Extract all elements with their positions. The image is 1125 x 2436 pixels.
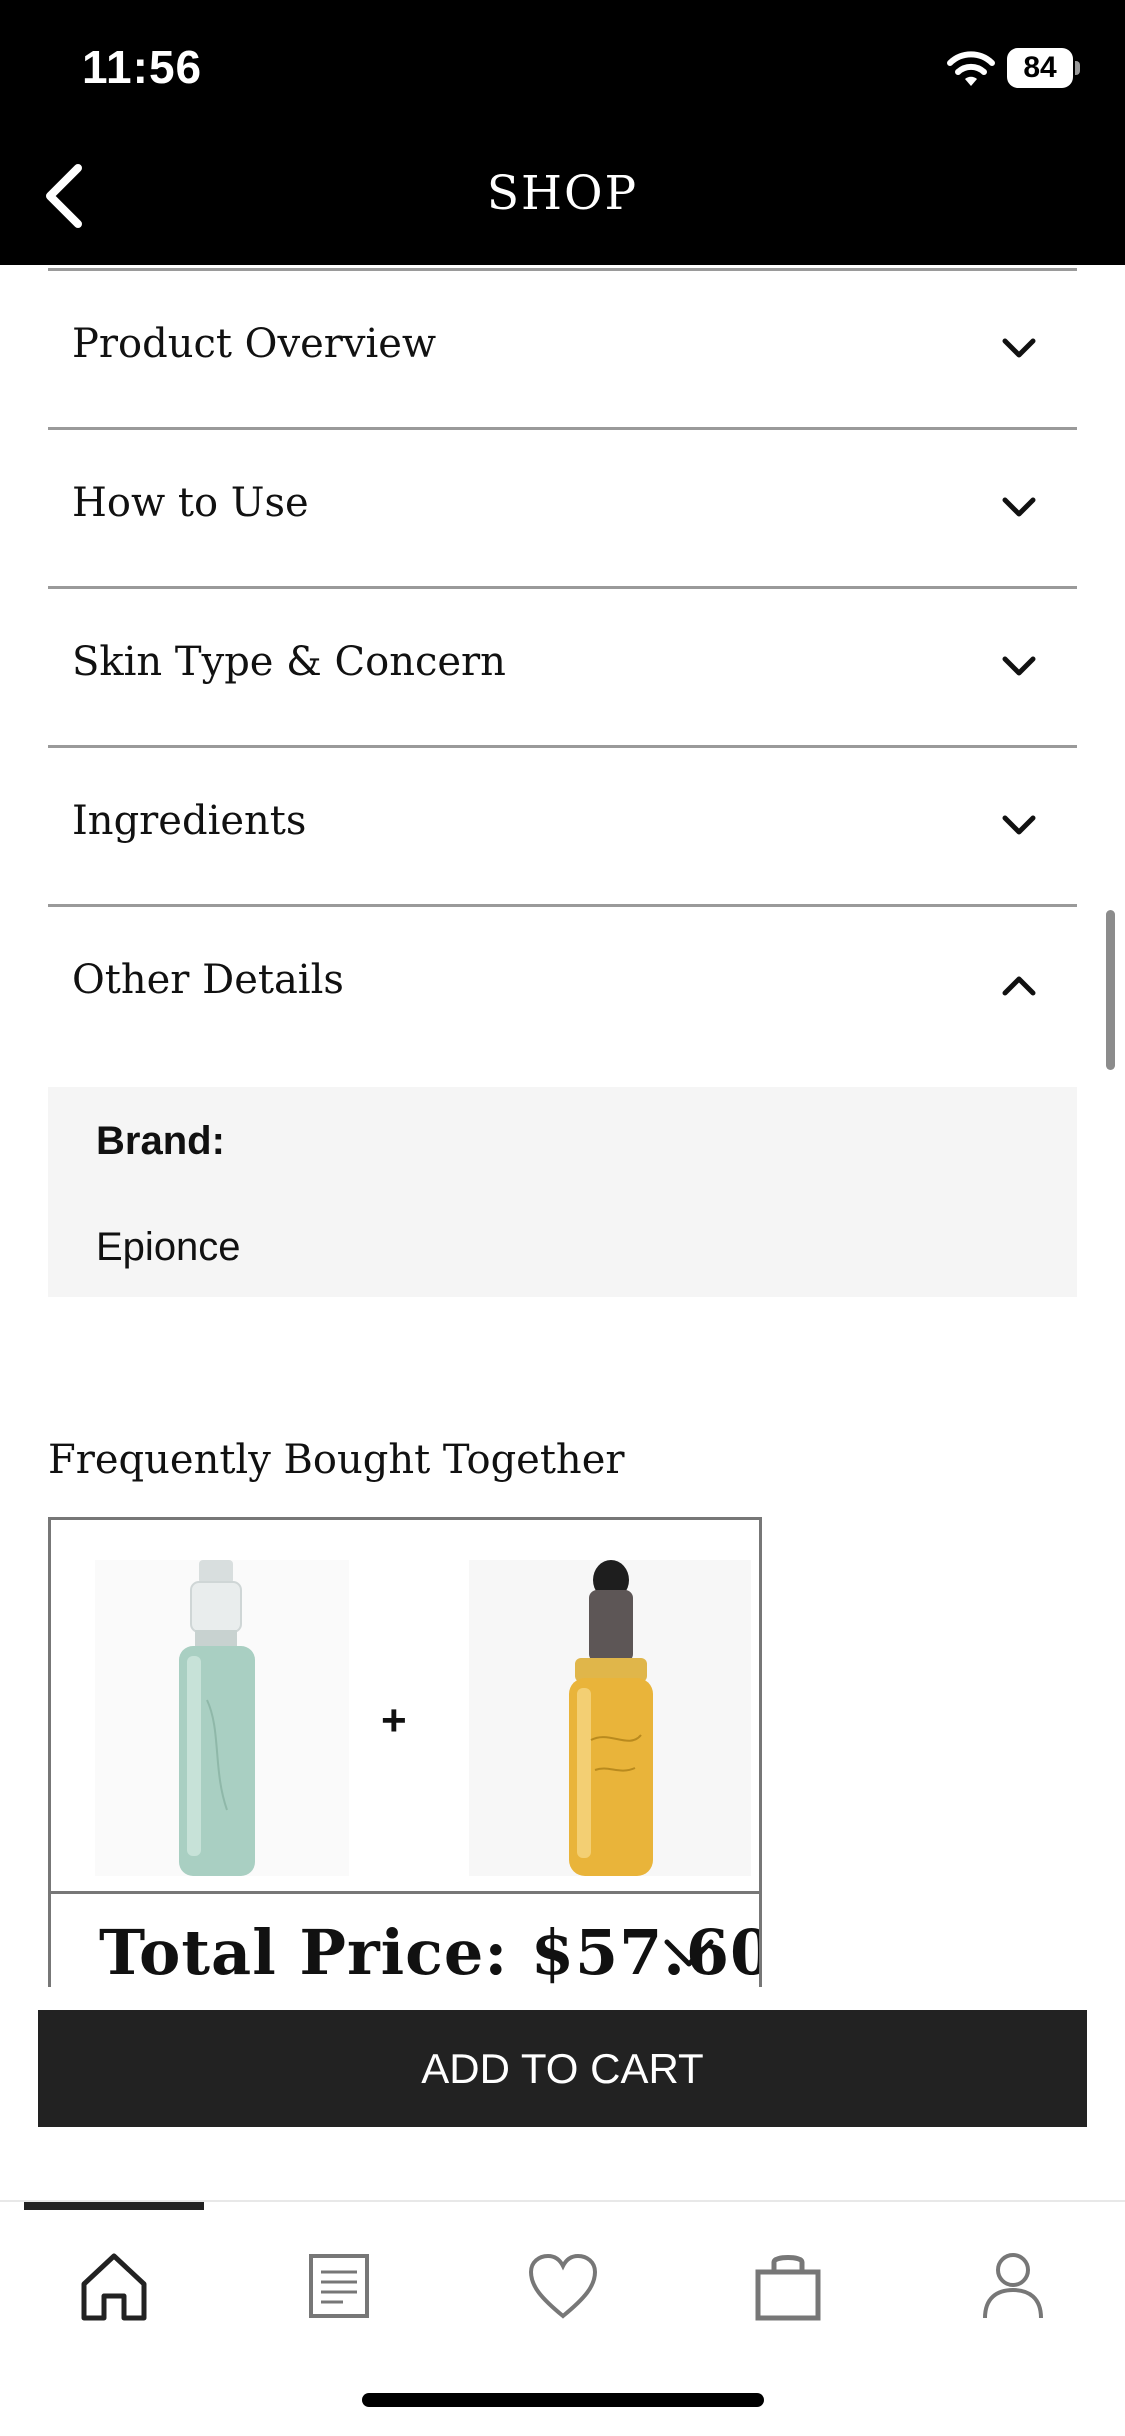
profile-icon[interactable] (973, 2246, 1053, 2326)
page-title: SHOP (486, 166, 639, 221)
chevron-down-icon (1002, 815, 1036, 835)
accordion-ingredients[interactable]: Ingredients (48, 745, 1077, 904)
home-indicator (362, 2393, 764, 2407)
fbt-card[interactable]: + Total Price: $57.60 (48, 1517, 762, 1987)
chevron-down-icon (1002, 656, 1036, 676)
bag-icon[interactable] (748, 2246, 828, 2326)
chevron-down-icon[interactable] (661, 1932, 717, 1972)
accordion-other-details[interactable]: Other Details (48, 904, 1077, 1074)
accordion-product-overview[interactable]: Product Overview (48, 268, 1077, 427)
home-icon[interactable] (74, 2246, 154, 2326)
product-image-toner-bottle[interactable] (95, 1560, 349, 1876)
scrollbar[interactable] (1106, 910, 1115, 1070)
battery-icon: 84 (1007, 48, 1081, 88)
header: 11:56 84 SHOP (0, 0, 1125, 265)
other-details-panel: Brand: Epionce (48, 1087, 1077, 1297)
chevron-down-icon (1002, 338, 1036, 358)
heart-icon[interactable] (523, 2246, 603, 2326)
document-icon[interactable] (299, 2246, 379, 2326)
accordion-label: Skin Type & Concern (72, 639, 506, 685)
fbt-title: Frequently Bought Together (48, 1437, 625, 1483)
accordion-label: How to Use (72, 480, 309, 526)
brand-label: Brand: (96, 1119, 225, 1163)
status-time: 11:56 (82, 41, 203, 93)
accordion-label: Ingredients (72, 798, 307, 844)
accordion-how-to-use[interactable]: How to Use (48, 427, 1077, 586)
accordion-label: Other Details (72, 957, 344, 1003)
product-accordion: Product Overview How to Use Skin Type & … (48, 268, 1077, 1074)
wifi-icon (947, 51, 995, 86)
fbt-products: + (51, 1520, 759, 1894)
chevron-down-icon (1002, 497, 1036, 517)
product-image-cleanser-bottle[interactable] (469, 1560, 751, 1876)
accordion-skin-type[interactable]: Skin Type & Concern (48, 586, 1077, 745)
plus-sign: + (381, 1696, 407, 1745)
tab-active-indicator (24, 2202, 204, 2210)
add-to-cart-button[interactable]: ADD TO CART (38, 2010, 1087, 2127)
brand-value: Epionce (96, 1225, 241, 1269)
battery-level: 84 (1007, 48, 1073, 88)
accordion-label: Product Overview (72, 321, 437, 367)
chevron-up-icon (1002, 976, 1036, 996)
